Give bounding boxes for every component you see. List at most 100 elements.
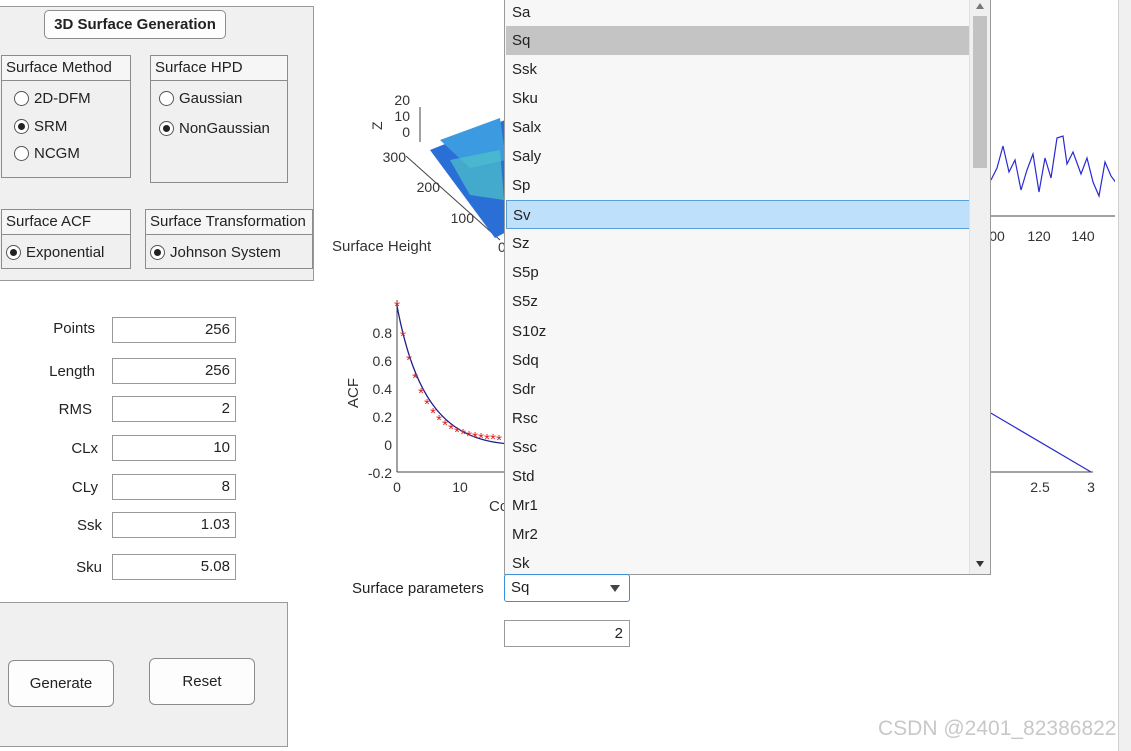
dropdown-option-sdr[interactable]: Sdr	[506, 375, 970, 404]
rms-label: RMS	[58, 401, 92, 418]
lower-right-x-tick: 2.5	[1030, 479, 1050, 495]
dropdown-option-rsc[interactable]: Rsc	[506, 404, 970, 433]
acf-y-tick: 0.8	[373, 325, 393, 341]
z-tick: 20	[394, 92, 410, 108]
acf-y-tick: 0	[384, 437, 392, 453]
z-axis-label: Z	[369, 121, 385, 130]
dropdown-option-sk[interactable]: Sk	[506, 549, 970, 574]
surface-3d-plot: 20 10 0 Z 300 200 100 0 Surface Height	[332, 92, 510, 255]
radio-circle-checked[interactable]	[6, 245, 21, 260]
radio-exponential[interactable]: Exponential	[6, 244, 104, 261]
surface-method-group: Surface Method 2D-DFM SRM NCGM	[1, 55, 131, 178]
radio-srm[interactable]: SRM	[14, 118, 67, 135]
radio-johnson-system[interactable]: Johnson System	[150, 244, 281, 261]
dropdown-option-s5z[interactable]: S5z	[506, 287, 970, 316]
surface-hpd-group: Surface HPD Gaussian NonGaussian	[150, 55, 288, 183]
dropdown-option-s10z[interactable]: S10z	[506, 317, 970, 346]
surface-acf-group: Surface ACF Exponential	[1, 209, 131, 269]
clx-input[interactable]: 10	[112, 435, 236, 461]
points-label: Points	[53, 320, 95, 337]
radio-gaussian[interactable]: Gaussian	[159, 90, 242, 107]
length-input[interactable]: 256	[112, 358, 236, 384]
acf-marker: *	[394, 298, 400, 315]
y-tick: 200	[417, 179, 441, 195]
sku-input[interactable]: 5.08	[112, 554, 236, 580]
points-input[interactable]: 256	[112, 317, 236, 343]
radio-label: 2D-DFM	[34, 90, 91, 107]
dropdown-option-ssc[interactable]: Ssc	[506, 433, 970, 462]
dropdown-option-sa[interactable]: Sa	[506, 0, 970, 27]
dropdown-option-salx[interactable]: Salx	[506, 113, 970, 142]
dropdown-option-sp[interactable]: Sp	[506, 171, 970, 200]
radio-circle-checked[interactable]	[159, 121, 174, 136]
lower-right-line	[988, 411, 1092, 473]
profile-line	[990, 135, 1115, 199]
radio-circle-checked[interactable]	[14, 119, 29, 134]
sku-label: Sku	[76, 559, 102, 576]
dropdown-option-sdq[interactable]: Sdq	[506, 346, 970, 375]
radio-label: Johnson System	[170, 244, 281, 261]
radio-circle[interactable]	[14, 146, 29, 161]
watermark: CSDN @2401_82386822	[878, 717, 1117, 740]
acf-y-tick: -0.2	[368, 465, 392, 481]
dropdown-option-sz[interactable]: Sz	[506, 229, 970, 258]
acf-marker: *	[400, 328, 406, 345]
acf-x-tick: 0	[393, 479, 401, 495]
radio-circle[interactable]	[159, 91, 174, 106]
profile-plot: 00 120 140	[989, 135, 1115, 244]
dropdown-option-sku[interactable]: Sku	[506, 84, 970, 113]
cly-input[interactable]: 8	[112, 474, 236, 500]
clx-label: CLx	[71, 440, 98, 457]
selected-parameter: Sq	[511, 579, 530, 596]
z-tick: 10	[394, 108, 410, 124]
dropdown-option-saly[interactable]: Saly	[506, 142, 970, 171]
dropdown-option-sq[interactable]: Sq	[506, 26, 970, 55]
acf-x-tick: 10	[452, 479, 468, 495]
radio-2d-dfm[interactable]: 2D-DFM	[14, 90, 91, 107]
y-tick: 100	[451, 210, 475, 226]
radio-label: NonGaussian	[179, 120, 270, 137]
profile-x-tick: 00	[989, 228, 1005, 244]
rms-input[interactable]: 2	[112, 396, 236, 422]
surface-acf-title: Surface ACF	[2, 210, 130, 235]
scroll-up-icon[interactable]	[975, 2, 985, 10]
radio-label: NCGM	[34, 145, 80, 162]
reset-button[interactable]: Reset	[149, 658, 255, 705]
acf-y-tick: 0.4	[373, 381, 393, 397]
surface-transformation-group: Surface Transformation Johnson System	[145, 209, 313, 269]
surface-parameters-select[interactable]: Sq	[504, 574, 630, 602]
panel-title: 3D Surface Generation	[44, 10, 226, 39]
surface-method-title: Surface Method	[2, 56, 130, 81]
z-tick: 0	[402, 124, 410, 140]
dropdown-option-s5p[interactable]: S5p	[506, 258, 970, 287]
ssk-input[interactable]: 1.03	[112, 512, 236, 538]
radio-ncgm[interactable]: NCGM	[14, 145, 80, 162]
surface-hpd-title: Surface HPD	[151, 56, 287, 81]
scroll-down-icon[interactable]	[975, 560, 985, 568]
acf-y-tick: 0.6	[373, 353, 393, 369]
scrollbar-thumb[interactable]	[973, 16, 987, 168]
chevron-down-icon[interactable]	[609, 584, 621, 593]
length-label: Length	[49, 363, 95, 380]
cly-label: CLy	[71, 479, 98, 496]
surface-parameters-dropdown-list[interactable]: Sa Sq Ssk Sku Salx Saly Sp Sv Sz S5p S5z…	[504, 0, 991, 575]
radio-label: Exponential	[26, 244, 105, 261]
profile-x-tick: 120	[1027, 228, 1051, 244]
radio-nongaussian[interactable]: NonGaussian	[159, 120, 270, 137]
acf-marker: *	[406, 352, 412, 369]
profile-x-tick: 140	[1071, 228, 1095, 244]
acf-markers: * * * * * * * * * * * * * * * * * *	[394, 298, 502, 449]
dropdown-option-mr1[interactable]: Mr1	[506, 491, 970, 520]
radio-label: Gaussian	[179, 90, 243, 107]
dropdown-scrollbar[interactable]	[969, 0, 990, 574]
ssk-label: Ssk	[76, 517, 102, 534]
acf-marker: *	[496, 432, 502, 449]
dropdown-option-ssk[interactable]: Ssk	[506, 55, 970, 84]
radio-circle[interactable]	[14, 91, 29, 106]
dropdown-option-mr2[interactable]: Mr2	[506, 520, 970, 549]
radio-circle-checked[interactable]	[150, 245, 165, 260]
dropdown-option-std[interactable]: Std	[506, 462, 970, 491]
acf-y-label: ACF	[345, 378, 362, 408]
generate-button[interactable]: Generate	[8, 660, 114, 707]
dropdown-option-sv[interactable]: Sv	[506, 200, 970, 229]
